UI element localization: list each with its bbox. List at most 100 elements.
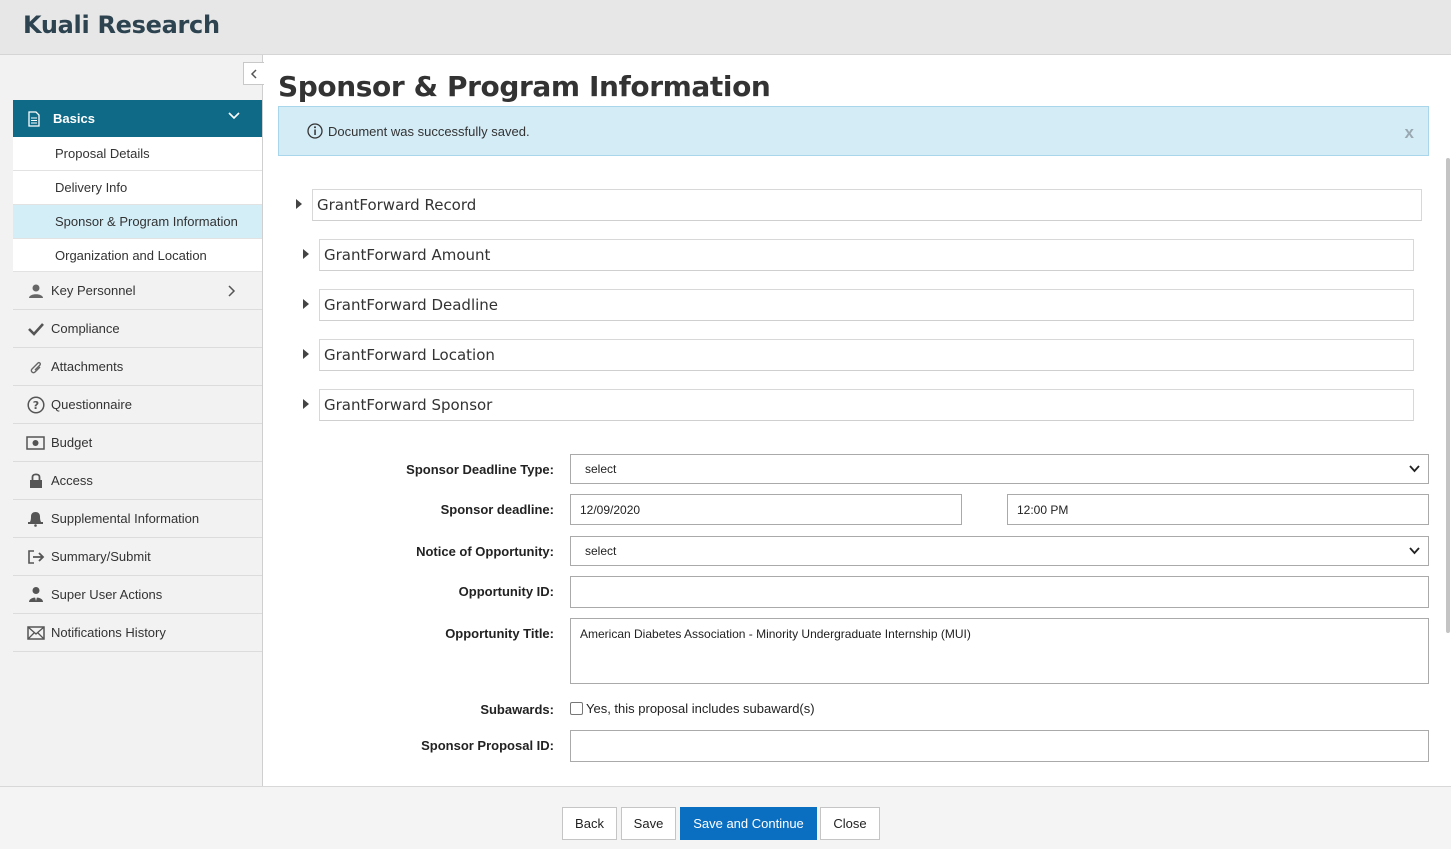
- subawards-checkbox[interactable]: [570, 702, 583, 715]
- subawards-checkbox-row: Yes, this proposal includes subaward(s): [570, 701, 815, 716]
- sidebar-item-access[interactable]: Access: [13, 462, 262, 500]
- sidebar-item-notifications-history[interactable]: Notifications History: [13, 614, 262, 652]
- sidebar-item-summary-submit[interactable]: Summary/Submit: [13, 538, 262, 576]
- subawards-label: Subawards:: [480, 702, 554, 717]
- sidebar-subitem-label: Sponsor & Program Information: [55, 214, 238, 229]
- sidebar-item-label: Compliance: [51, 321, 120, 336]
- section-toggle[interactable]: [293, 289, 319, 321]
- chevron-down-icon: [1409, 547, 1420, 555]
- sidebar-item-compliance[interactable]: Compliance: [13, 310, 262, 348]
- sponsor-deadline-time-input[interactable]: [1007, 494, 1429, 525]
- sidebar-subitem-label: Proposal Details: [55, 146, 150, 161]
- top-bar: Kuali Research: [0, 0, 1451, 55]
- check-icon: [26, 319, 45, 338]
- sidebar-item-label: Key Personnel: [51, 283, 136, 298]
- sign-out-icon: [26, 547, 45, 566]
- sponsor-deadline-type-select[interactable]: select: [570, 454, 1429, 484]
- lock-icon: [26, 471, 45, 490]
- paperclip-icon: [26, 357, 45, 376]
- sidebar-item-label: Basics: [53, 111, 95, 126]
- sponsor-proposal-id-input[interactable]: [570, 730, 1429, 762]
- page-title: Sponsor & Program Information: [278, 70, 771, 103]
- info-circle-icon: [307, 123, 323, 139]
- caret-right-icon: [303, 349, 309, 359]
- caret-right-icon: [296, 199, 302, 209]
- close-button[interactable]: Close: [820, 807, 880, 840]
- notice-of-opportunity-select[interactable]: select: [570, 536, 1429, 566]
- subawards-checkbox-label: Yes, this proposal includes subaward(s): [586, 701, 815, 716]
- section-header[interactable]: GrantForward Location: [319, 339, 1414, 371]
- sponsor-deadline-date-input[interactable]: [570, 494, 962, 525]
- section-grantforward-amount: GrantForward Amount: [293, 239, 1414, 271]
- back-button[interactable]: Back: [562, 807, 617, 840]
- app-title: Kuali Research: [23, 11, 220, 39]
- sidebar-collapse-button[interactable]: [243, 62, 264, 85]
- save-button[interactable]: Save: [621, 807, 676, 840]
- section-grantforward-sponsor: GrantForward Sponsor: [293, 389, 1414, 421]
- success-alert: Document was successfully saved. x: [278, 106, 1429, 156]
- caret-right-icon: [303, 249, 309, 259]
- section-toggle[interactable]: [286, 189, 312, 221]
- sidebar-item-supplemental-information[interactable]: Supplemental Information: [13, 500, 262, 538]
- chevron-left-icon: [250, 68, 257, 79]
- sidebar-item-label: Super User Actions: [51, 587, 163, 602]
- section-toggle[interactable]: [293, 239, 319, 271]
- section-grantforward-record: GrantForward Record: [286, 189, 1422, 221]
- sponsor-deadline-label: Sponsor deadline:: [440, 502, 554, 517]
- bell-icon: [26, 509, 45, 528]
- sidebar-item-label: Budget: [51, 435, 93, 450]
- document-icon: [28, 110, 40, 127]
- sponsor-proposal-id-label: Sponsor Proposal ID:: [421, 738, 554, 753]
- sidebar-item-label: Access: [51, 473, 93, 488]
- section-grantforward-deadline: GrantForward Deadline: [293, 289, 1414, 321]
- page-scrollbar[interactable]: [1446, 158, 1450, 633]
- sidebar-subitem-delivery-info[interactable]: Delivery Info: [13, 171, 262, 205]
- sidebar-item-label: Questionnaire: [51, 397, 132, 412]
- section-toggle[interactable]: [293, 389, 319, 421]
- svg-text:?: ?: [32, 399, 38, 412]
- notice-of-opportunity-label: Notice of Opportunity:: [416, 544, 554, 559]
- question-circle-icon: ?: [26, 395, 45, 414]
- sidebar-item-basics[interactable]: Basics: [13, 100, 262, 137]
- sidebar-subitem-organization-location[interactable]: Organization and Location: [13, 239, 262, 272]
- sidebar-item-super-user-actions[interactable]: Super User Actions: [13, 576, 262, 614]
- chevron-down-icon: [1409, 465, 1420, 473]
- opportunity-title-label: Opportunity Title:: [445, 626, 554, 641]
- user-tie-icon: [26, 585, 45, 604]
- select-value: select: [585, 544, 617, 558]
- footer-toolbar: Back Save Save and Continue Close: [0, 786, 1451, 849]
- section-header[interactable]: GrantForward Amount: [319, 239, 1414, 271]
- section-header[interactable]: GrantForward Sponsor: [319, 389, 1414, 421]
- sponsor-deadline-type-label: Sponsor Deadline Type:: [406, 462, 554, 477]
- sidebar-subitem-label: Delivery Info: [55, 180, 128, 195]
- sidebar-subitem-label: Organization and Location: [55, 247, 207, 263]
- section-grantforward-location: GrantForward Location: [293, 339, 1414, 371]
- sidebar-item-attachments[interactable]: Attachments: [13, 348, 262, 386]
- opportunity-title-textarea[interactable]: American Diabetes Association - Minority…: [570, 618, 1429, 684]
- money-icon: [26, 433, 45, 452]
- opportunity-id-input[interactable]: [570, 576, 1429, 608]
- user-icon: [26, 281, 45, 300]
- sidebar-subitem-sponsor-program[interactable]: Sponsor & Program Information: [13, 205, 262, 239]
- sidebar-item-label: Summary/Submit: [51, 549, 151, 564]
- chevron-down-icon: [228, 112, 240, 120]
- caret-right-icon: [303, 399, 309, 409]
- sidebar-item-key-personnel[interactable]: Key Personnel: [13, 272, 262, 310]
- chevron-right-icon: [228, 285, 236, 297]
- opportunity-id-label: Opportunity ID:: [458, 584, 554, 599]
- sidebar-item-label: Attachments: [51, 359, 124, 374]
- caret-right-icon: [303, 299, 309, 309]
- sidebar-subitem-proposal-details[interactable]: Proposal Details: [13, 137, 262, 171]
- sidebar-item-label: Notifications History: [51, 625, 166, 640]
- select-value: select: [585, 462, 617, 476]
- sidebar-item-questionnaire[interactable]: ? Questionnaire: [13, 386, 262, 424]
- alert-close-button[interactable]: x: [1405, 123, 1414, 143]
- section-toggle[interactable]: [293, 339, 319, 371]
- section-header[interactable]: GrantForward Deadline: [319, 289, 1414, 321]
- save-and-continue-button[interactable]: Save and Continue: [680, 807, 817, 840]
- alert-message: Document was successfully saved.: [328, 123, 530, 139]
- sidebar: Basics Proposal Details Delivery Info Sp…: [0, 55, 264, 786]
- section-header[interactable]: GrantForward Record: [312, 189, 1422, 221]
- sidebar-item-budget[interactable]: Budget: [13, 424, 262, 462]
- sidebar-item-label: Supplemental Information: [51, 511, 200, 526]
